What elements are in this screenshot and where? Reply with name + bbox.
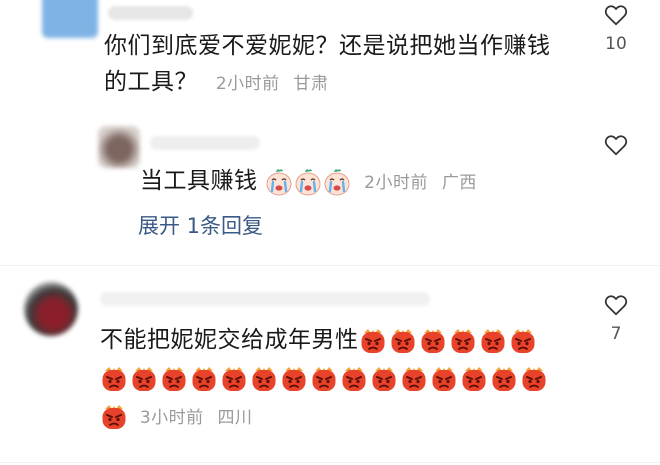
reply-like-button[interactable] [596, 132, 636, 158]
angry-face-icon [100, 365, 128, 393]
heart-icon [603, 2, 629, 28]
crying-face-icon [323, 167, 351, 197]
angry-face-icon [190, 365, 218, 393]
divider [0, 462, 660, 463]
like-button[interactable]: 7 [596, 292, 636, 344]
reply-location: 广西 [441, 173, 477, 193]
angry-face-icon [419, 327, 447, 355]
comment-meta: 2小时前 甘肃 [216, 74, 337, 94]
reply-text-row: 当工具赚钱 2小时前 广西 [140, 163, 485, 201]
angry-face-icon [130, 365, 158, 393]
comment-time: 3小时前 [139, 408, 204, 428]
angry-face-icon [370, 365, 398, 393]
username-blurred[interactable] [108, 6, 193, 20]
angry-face-icon [220, 365, 248, 393]
angry-face-icon [389, 327, 417, 355]
angry-face-icon [250, 365, 278, 393]
like-count: 7 [610, 324, 622, 344]
comment-2: 不能把妮妮交给成年男性 3小时前 四川 7 [0, 270, 660, 465]
crying-face-icon [294, 167, 322, 197]
comment-time: 2小时前 [215, 74, 280, 94]
angry-face-icon [460, 365, 488, 393]
reply-emoji-group [265, 168, 360, 194]
angry-face-icon [340, 365, 368, 393]
angry-face-icon [520, 365, 548, 393]
angry-face-icon [449, 327, 477, 355]
avatar[interactable] [42, 0, 98, 38]
angry-emoji-row [359, 327, 539, 353]
angry-face-icon [430, 365, 458, 393]
angry-emoji-row [100, 360, 580, 398]
comment-text: 不能把妮妮交给成年男性 3小时前 四川 [100, 322, 580, 436]
comment-location: 甘肃 [293, 74, 329, 94]
angry-face-icon [490, 365, 518, 393]
angry-face-icon [359, 327, 387, 355]
angry-face-icon [100, 403, 128, 431]
reply-avatar[interactable] [98, 126, 140, 168]
angry-face-icon [509, 327, 537, 355]
comment-location: 四川 [217, 408, 253, 428]
angry-face-icon [160, 365, 188, 393]
angry-face-icon [479, 327, 507, 355]
crying-face-icon [265, 167, 293, 197]
reply-meta: 2小时前 广西 [364, 173, 485, 193]
expand-replies-link[interactable]: 展开 1条回复 [138, 210, 263, 240]
comment-text-line2: 的工具？ [104, 69, 198, 95]
username-blurred[interactable] [100, 292, 430, 306]
heart-icon [603, 292, 629, 318]
angry-face-icon [400, 365, 428, 393]
heart-icon [603, 132, 629, 158]
divider [0, 265, 660, 266]
comment-text: 你们到底爱不爱妮妮？还是说把她当作赚钱 的工具？ 2小时前 甘肃 [104, 33, 551, 95]
reply-username-blurred[interactable] [150, 136, 260, 150]
like-count: 10 [605, 34, 627, 54]
reply-text: 当工具赚钱 [140, 168, 258, 194]
reply-time: 2小时前 [364, 173, 428, 193]
angry-face-icon [280, 365, 308, 393]
comment-text-line1: 不能把妮妮交给成年男性 [100, 327, 359, 353]
angry-face-icon [310, 365, 338, 393]
avatar[interactable] [24, 282, 78, 336]
comment-meta: 3小时前 四川 [140, 408, 261, 428]
comment-1: 你们到底爱不爱妮妮？还是说把她当作赚钱 的工具？ 2小时前 甘肃 10 当工具赚… [0, 0, 660, 262]
like-button[interactable]: 10 [596, 2, 636, 54]
